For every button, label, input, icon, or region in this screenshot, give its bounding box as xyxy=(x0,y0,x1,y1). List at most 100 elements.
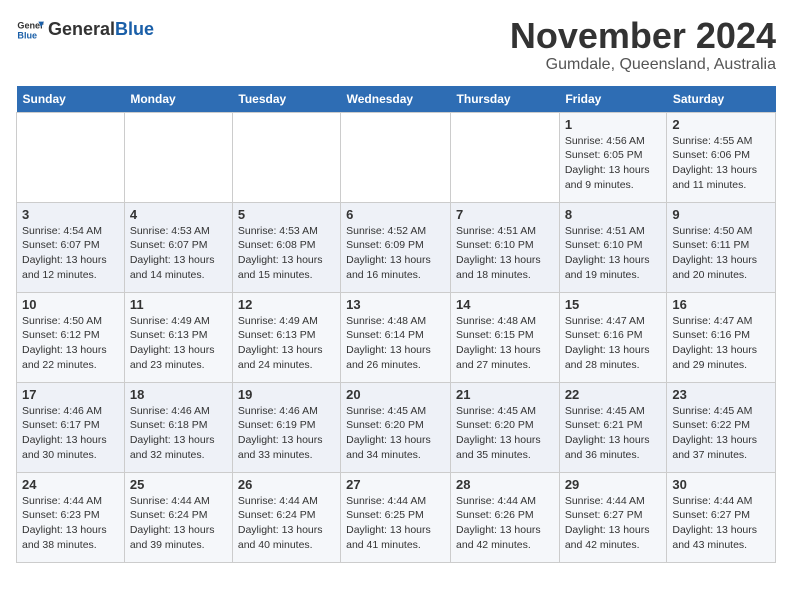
day-info: Sunrise: 4:55 AM Sunset: 6:06 PM Dayligh… xyxy=(672,134,770,193)
day-number: 2 xyxy=(672,117,770,132)
weekday-header-wednesday: Wednesday xyxy=(341,86,451,113)
day-cell: 18Sunrise: 4:46 AM Sunset: 6:18 PM Dayli… xyxy=(124,382,232,472)
day-cell: 4 Sunrise: 4:53 AM Sunset: 6:07 PM Daylig… xyxy=(124,202,232,292)
day-cell xyxy=(451,112,560,202)
day-number: 3 xyxy=(22,207,119,222)
day-number: 20 xyxy=(346,387,445,402)
day-cell: 23 Sunrise: 4:45 AM Sunset: 6:22 PM Dayli… xyxy=(667,382,776,472)
day-info: Sunrise: 4:44 AM Sunset: 6:24 PM Dayligh… xyxy=(238,494,335,553)
day-info: Sunrise: 4:48 AM Sunset: 6:15 PM Dayligh… xyxy=(456,314,554,373)
day-cell: 14 Sunrise: 4:48 AM Sunset: 6:15 PM Dayli… xyxy=(451,292,560,382)
week-row-2: 3Sunrise: 4:54 AM Sunset: 6:07 PM Daylig… xyxy=(17,202,776,292)
day-cell: 21 Sunrise: 4:45 AM Sunset: 6:20 PM Dayli… xyxy=(451,382,560,472)
logo-icon: General Blue xyxy=(16,16,44,44)
day-number: 1 xyxy=(565,117,662,132)
day-cell: 15 Sunrise: 4:47 AM Sunset: 6:16 PM Dayli… xyxy=(559,292,667,382)
weekday-header-monday: Monday xyxy=(124,86,232,113)
day-info: Sunrise: 4:51 AM Sunset: 6:10 PM Dayligh… xyxy=(456,224,554,283)
day-cell: 29 Sunrise: 4:44 AM Sunset: 6:27 PM Dayli… xyxy=(559,472,667,562)
day-info: Sunrise: 4:49 AM Sunset: 6:13 PM Dayligh… xyxy=(130,314,227,373)
day-number: 18 xyxy=(130,387,227,402)
day-info: Sunrise: 4:45 AM Sunset: 6:20 PM Dayligh… xyxy=(346,404,445,463)
day-number: 9 xyxy=(672,207,770,222)
weekday-header-friday: Friday xyxy=(559,86,667,113)
weekday-header-sunday: Sunday xyxy=(17,86,125,113)
logo: General Blue General Blue xyxy=(16,16,154,44)
day-number: 16 xyxy=(672,297,770,312)
day-info: Sunrise: 4:50 AM Sunset: 6:12 PM Dayligh… xyxy=(22,314,119,373)
day-number: 19 xyxy=(238,387,335,402)
svg-text:Blue: Blue xyxy=(17,30,37,40)
day-cell xyxy=(17,112,125,202)
day-info: Sunrise: 4:44 AM Sunset: 6:23 PM Dayligh… xyxy=(22,494,119,553)
day-number: 23 xyxy=(672,387,770,402)
day-info: Sunrise: 4:45 AM Sunset: 6:20 PM Dayligh… xyxy=(456,404,554,463)
day-number: 27 xyxy=(346,477,445,492)
day-number: 21 xyxy=(456,387,554,402)
day-number: 22 xyxy=(565,387,662,402)
day-cell: 30 Sunrise: 4:44 AM Sunset: 6:27 PM Dayli… xyxy=(667,472,776,562)
day-cell: 11 Sunrise: 4:49 AM Sunset: 6:13 PM Dayli… xyxy=(124,292,232,382)
day-cell: 26 Sunrise: 4:44 AM Sunset: 6:24 PM Dayli… xyxy=(232,472,340,562)
day-number: 12 xyxy=(238,297,335,312)
day-info: Sunrise: 4:44 AM Sunset: 6:26 PM Dayligh… xyxy=(456,494,554,553)
day-number: 26 xyxy=(238,477,335,492)
day-cell: 20 Sunrise: 4:45 AM Sunset: 6:20 PM Dayli… xyxy=(341,382,451,472)
day-info: Sunrise: 4:44 AM Sunset: 6:27 PM Dayligh… xyxy=(565,494,662,553)
day-number: 11 xyxy=(130,297,227,312)
day-info: Sunrise: 4:44 AM Sunset: 6:27 PM Dayligh… xyxy=(672,494,770,553)
day-number: 14 xyxy=(456,297,554,312)
weekday-header-saturday: Saturday xyxy=(667,86,776,113)
logo-general-text: General xyxy=(48,19,115,39)
day-cell: 1 Sunrise: 4:56 AM Sunset: 6:05 PM Daylig… xyxy=(559,112,667,202)
week-row-4: 17Sunrise: 4:46 AM Sunset: 6:17 PM Dayli… xyxy=(17,382,776,472)
day-info: Sunrise: 4:53 AM Sunset: 6:07 PM Dayligh… xyxy=(130,224,227,283)
day-cell xyxy=(232,112,340,202)
location-subtitle: Gumdale, Queensland, Australia xyxy=(510,56,776,74)
day-number: 6 xyxy=(346,207,445,222)
day-cell: 22Sunrise: 4:45 AM Sunset: 6:21 PM Dayli… xyxy=(559,382,667,472)
day-number: 25 xyxy=(130,477,227,492)
day-cell: 17Sunrise: 4:46 AM Sunset: 6:17 PM Dayli… xyxy=(17,382,125,472)
day-number: 4 xyxy=(130,207,227,222)
calendar-table: SundayMondayTuesdayWednesdayThursdayFrid… xyxy=(16,86,776,563)
day-info: Sunrise: 4:52 AM Sunset: 6:09 PM Dayligh… xyxy=(346,224,445,283)
day-info: Sunrise: 4:51 AM Sunset: 6:10 PM Dayligh… xyxy=(565,224,662,283)
day-number: 7 xyxy=(456,207,554,222)
day-info: Sunrise: 4:46 AM Sunset: 6:19 PM Dayligh… xyxy=(238,404,335,463)
day-number: 29 xyxy=(565,477,662,492)
day-cell: 10 Sunrise: 4:50 AM Sunset: 6:12 PM Dayli… xyxy=(17,292,125,382)
day-cell: 9 Sunrise: 4:50 AM Sunset: 6:11 PM Daylig… xyxy=(667,202,776,292)
day-cell: 7 Sunrise: 4:51 AM Sunset: 6:10 PM Daylig… xyxy=(451,202,560,292)
day-number: 28 xyxy=(456,477,554,492)
day-cell: 27 Sunrise: 4:44 AM Sunset: 6:25 PM Dayli… xyxy=(341,472,451,562)
day-cell: 2 Sunrise: 4:55 AM Sunset: 6:06 PM Daylig… xyxy=(667,112,776,202)
weekday-header-thursday: Thursday xyxy=(451,86,560,113)
day-cell xyxy=(341,112,451,202)
day-cell: 24Sunrise: 4:44 AM Sunset: 6:23 PM Dayli… xyxy=(17,472,125,562)
week-row-1: 1 Sunrise: 4:56 AM Sunset: 6:05 PM Daylig… xyxy=(17,112,776,202)
title-area: November 2024 Gumdale, Queensland, Austr… xyxy=(510,16,776,74)
day-info: Sunrise: 4:56 AM Sunset: 6:05 PM Dayligh… xyxy=(565,134,662,193)
day-info: Sunrise: 4:44 AM Sunset: 6:25 PM Dayligh… xyxy=(346,494,445,553)
day-number: 30 xyxy=(672,477,770,492)
week-row-5: 24Sunrise: 4:44 AM Sunset: 6:23 PM Dayli… xyxy=(17,472,776,562)
day-info: Sunrise: 4:47 AM Sunset: 6:16 PM Dayligh… xyxy=(565,314,662,373)
day-cell: 19 Sunrise: 4:46 AM Sunset: 6:19 PM Dayli… xyxy=(232,382,340,472)
day-number: 10 xyxy=(22,297,119,312)
weekday-header-row: SundayMondayTuesdayWednesdayThursdayFrid… xyxy=(17,86,776,113)
day-info: Sunrise: 4:50 AM Sunset: 6:11 PM Dayligh… xyxy=(672,224,770,283)
day-number: 15 xyxy=(565,297,662,312)
day-cell: 3Sunrise: 4:54 AM Sunset: 6:07 PM Daylig… xyxy=(17,202,125,292)
day-cell: 16Sunrise: 4:47 AM Sunset: 6:16 PM Dayli… xyxy=(667,292,776,382)
day-cell: 12Sunrise: 4:49 AM Sunset: 6:13 PM Dayli… xyxy=(232,292,340,382)
day-info: Sunrise: 4:44 AM Sunset: 6:24 PM Dayligh… xyxy=(130,494,227,553)
day-cell: 5Sunrise: 4:53 AM Sunset: 6:08 PM Daylig… xyxy=(232,202,340,292)
month-title: November 2024 xyxy=(510,16,776,56)
day-cell: 8Sunrise: 4:51 AM Sunset: 6:10 PM Daylig… xyxy=(559,202,667,292)
weekday-header-tuesday: Tuesday xyxy=(232,86,340,113)
day-cell: 13Sunrise: 4:48 AM Sunset: 6:14 PM Dayli… xyxy=(341,292,451,382)
header: General Blue General Blue November 2024 G… xyxy=(16,16,776,74)
day-number: 13 xyxy=(346,297,445,312)
day-info: Sunrise: 4:45 AM Sunset: 6:22 PM Dayligh… xyxy=(672,404,770,463)
